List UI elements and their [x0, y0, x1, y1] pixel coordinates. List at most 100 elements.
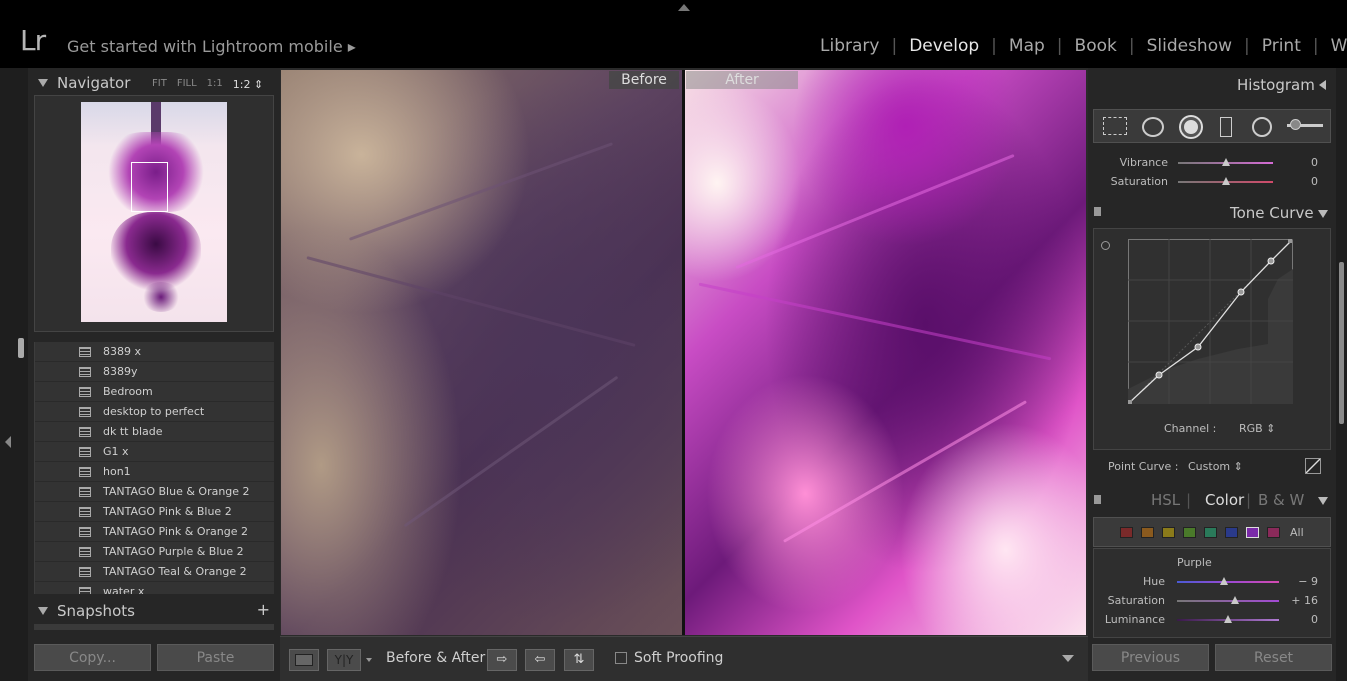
module-map[interactable]: Map [997, 36, 1057, 56]
vibrance-slider[interactable]: Vibrance 0 [1088, 156, 1336, 174]
module-slideshow[interactable]: Slideshow [1135, 36, 1244, 56]
module-develop[interactable]: Develop [897, 36, 991, 56]
vibrance-knob[interactable] [1222, 158, 1230, 166]
graduated-filter-icon[interactable] [1220, 117, 1232, 137]
swatch-aqua[interactable] [1204, 527, 1217, 538]
hue-knob[interactable] [1220, 577, 1228, 585]
swap-before-after-icon[interactable]: ⇅ [564, 649, 594, 671]
bw-tab[interactable]: B & W [1258, 491, 1304, 509]
vibrance-value[interactable]: 0 [1278, 156, 1318, 169]
left-panel-edge[interactable] [0, 68, 28, 681]
hsl-saturation-value[interactable]: + 16 [1278, 594, 1318, 607]
copy-button[interactable]: Copy... [34, 644, 151, 671]
preset-item[interactable]: TANTAGO Blue & Orange 2 [35, 482, 274, 502]
hue-slider[interactable]: Hue − 9 [1088, 575, 1336, 593]
saturation-knob[interactable] [1222, 177, 1230, 185]
swatch-green[interactable] [1183, 527, 1196, 538]
zoom-1-1[interactable]: 1:1 [207, 78, 223, 91]
tone-curve-graph[interactable] [1128, 239, 1293, 404]
saturation-slider[interactable]: Saturation 0 [1088, 175, 1336, 193]
radial-filter-icon[interactable] [1252, 117, 1272, 137]
collapse-triangle-icon[interactable] [38, 607, 48, 615]
swatch-yellow[interactable] [1162, 527, 1175, 538]
navigator-thumbnail[interactable] [81, 102, 227, 322]
view-mode-dropdown-icon[interactable] [366, 658, 372, 662]
hsl-tab[interactable]: HSL [1151, 491, 1180, 509]
swatch-orange[interactable] [1141, 527, 1154, 538]
preset-item[interactable]: dk tt blade [35, 422, 274, 442]
color-tab[interactable]: Color [1205, 491, 1244, 509]
preset-item[interactable]: 8389y [35, 362, 274, 382]
navigator-header[interactable]: Navigator FIT FILL 1:1 1:2 ⇕ [28, 70, 280, 96]
swatch-magenta[interactable] [1267, 527, 1280, 538]
reset-button[interactable]: Reset [1215, 644, 1332, 671]
paste-button[interactable]: Paste [157, 644, 274, 671]
collapse-hsl-icon[interactable] [1318, 497, 1328, 505]
module-web[interactable]: Web [1319, 36, 1347, 56]
toolbar-options-chevron-icon[interactable] [1062, 655, 1074, 662]
spot-removal-icon[interactable] [1142, 117, 1164, 137]
point-curve-label: Point Curve : [1108, 460, 1179, 473]
crop-tool-icon[interactable] [1103, 117, 1127, 135]
preset-label: 8389y [103, 365, 138, 378]
point-curve-select[interactable]: Custom ⇕ [1188, 460, 1243, 473]
swatch-blue[interactable] [1225, 527, 1238, 538]
snapshots-header[interactable]: Snapshots + [28, 598, 280, 624]
navigator-preview[interactable] [34, 95, 274, 332]
preset-item[interactable]: Bedroom [35, 382, 274, 402]
zoom-fit[interactable]: FIT [152, 78, 167, 91]
navigator-view-frame[interactable] [131, 162, 168, 212]
luminance-knob[interactable] [1224, 615, 1232, 623]
copy-before-to-after-icon[interactable]: ⇨ [487, 649, 517, 671]
swatch-red[interactable] [1120, 527, 1133, 538]
red-eye-icon[interactable] [1181, 117, 1201, 137]
zoom-fill[interactable]: FILL [177, 78, 197, 91]
preset-item[interactable]: G1 x [35, 442, 274, 462]
preset-item[interactable]: hon1 [35, 462, 274, 482]
loupe-view-button[interactable] [289, 649, 319, 671]
preset-item[interactable]: 8389 x [35, 342, 274, 362]
saturation-value[interactable]: 0 [1278, 175, 1318, 188]
module-print[interactable]: Print [1250, 36, 1313, 56]
hsl-saturation-knob[interactable] [1231, 596, 1239, 604]
collapse-top-panel-arrow-icon[interactable] [678, 4, 690, 11]
hsl-saturation-track[interactable] [1177, 600, 1279, 602]
hsl-toggle[interactable] [1094, 495, 1101, 504]
preset-item[interactable]: TANTAGO Purple & Blue 2 [35, 542, 274, 562]
soft-proofing-checkbox[interactable] [615, 652, 627, 664]
collapse-tone-curve-icon[interactable] [1318, 210, 1328, 218]
edit-point-curve-icon[interactable] [1305, 458, 1321, 474]
histogram-title[interactable]: Histogram [1237, 76, 1315, 94]
collapse-left-panel-arrow-icon[interactable] [5, 436, 11, 448]
preset-item[interactable]: TANTAGO Teal & Orange 2 [35, 562, 274, 582]
copy-after-to-before-icon[interactable]: ⇦ [525, 649, 555, 671]
previous-button[interactable]: Previous [1092, 644, 1209, 671]
after-image[interactable] [685, 70, 1086, 635]
tone-curve-toggle[interactable] [1094, 207, 1101, 216]
luminance-value[interactable]: 0 [1278, 613, 1318, 626]
preset-item[interactable]: desktop to perfect [35, 402, 274, 422]
right-panel-scrollbar[interactable] [1339, 262, 1344, 424]
zoom-current[interactable]: 1:2 ⇕ [233, 78, 263, 91]
tone-curve-title[interactable]: Tone Curve [1230, 204, 1314, 222]
add-snapshot-icon[interactable]: + [257, 600, 270, 619]
swatch-all[interactable]: All [1290, 526, 1304, 539]
collapse-triangle-icon[interactable] [38, 79, 48, 87]
hue-value[interactable]: − 9 [1278, 575, 1318, 588]
collapse-histogram-icon[interactable] [1319, 80, 1326, 90]
channel-select[interactable]: RGB ⇕ [1239, 422, 1275, 435]
before-after-view-button[interactable]: Y|Y [327, 649, 361, 671]
left-panel-scrollbar[interactable] [18, 338, 24, 358]
module-library[interactable]: Library [808, 36, 891, 56]
hsl-saturation-slider[interactable]: Saturation + 16 [1088, 594, 1336, 612]
lightroom-mobile-link[interactable]: Get started with Lightroom mobile ▸ [67, 37, 356, 56]
preset-item[interactable]: TANTAGO Pink & Blue 2 [35, 502, 274, 522]
module-book[interactable]: Book [1063, 36, 1129, 56]
before-image[interactable] [281, 70, 682, 635]
luminance-slider[interactable]: Luminance 0 [1088, 613, 1336, 631]
hue-track[interactable] [1177, 581, 1279, 583]
preset-item[interactable]: TANTAGO Pink & Orange 2 [35, 522, 274, 542]
swatch-purple[interactable] [1246, 527, 1259, 538]
preset-item[interactable]: water x [35, 582, 274, 594]
targeted-adjustment-icon[interactable] [1101, 241, 1110, 250]
